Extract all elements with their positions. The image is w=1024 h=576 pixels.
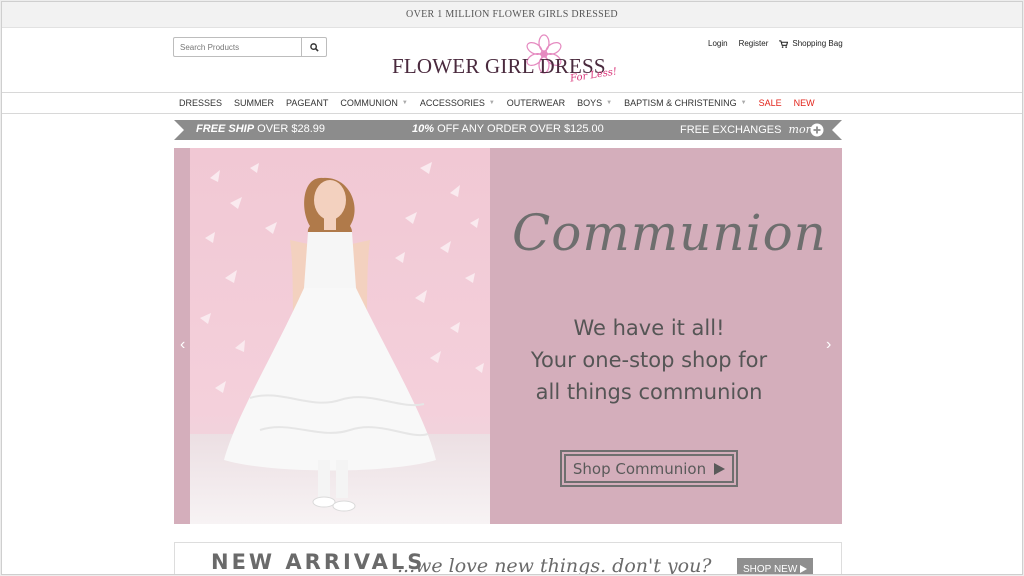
cart-icon bbox=[779, 39, 789, 48]
shopping-bag-label: Shopping Bag bbox=[792, 39, 843, 48]
nav-item-label: ACCESSORIES bbox=[419, 98, 485, 108]
announcement-bar: OVER 1 MILLION FLOWER GIRLS DRESSED bbox=[2, 2, 1022, 28]
nav-item-boys[interactable]: BOYS ▼ bbox=[577, 98, 612, 108]
hero-line-1: We have it all! bbox=[573, 316, 725, 340]
nav-item-label: NEW bbox=[793, 98, 815, 108]
register-link[interactable]: Register bbox=[739, 39, 769, 48]
nav-item-label: SALE bbox=[758, 98, 782, 108]
hero-slider: ‹ › Communion We have it all! Your one-s… bbox=[174, 148, 842, 524]
new-arrivals-title: NEW ARRIVALS bbox=[211, 550, 426, 574]
nav-item-accessories[interactable]: ACCESSORIES ▼ bbox=[420, 98, 495, 108]
nav-item-label: OUTERWEAR bbox=[506, 98, 566, 108]
girl-in-dress-illustration bbox=[224, 177, 436, 512]
play-arrow-icon bbox=[800, 565, 808, 573]
nav-item-dresses[interactable]: DRESSES bbox=[179, 98, 222, 108]
search-box bbox=[173, 37, 327, 57]
shop-new-label: SHOP NEW bbox=[743, 563, 798, 575]
free-ship-promo: FREE SHIP OVER $28.99 bbox=[196, 123, 325, 135]
nav-item-label: PAGEANT bbox=[286, 98, 329, 108]
nav-item-label: BAPTISM & CHRISTENING bbox=[624, 98, 737, 108]
chevron-down-icon: ▼ bbox=[401, 100, 408, 106]
shopping-bag-link[interactable]: Shopping Bag bbox=[779, 39, 843, 48]
announcement-text: OVER 1 MILLION FLOWER GIRLS DRESSED bbox=[406, 9, 618, 20]
nav-item-label: COMMUNION bbox=[340, 98, 398, 108]
discount-bold: 10% bbox=[412, 123, 435, 135]
search-icon bbox=[309, 42, 319, 52]
chevron-down-icon: ▼ bbox=[740, 100, 747, 106]
nav-item-outerwear[interactable]: OUTERWEAR bbox=[507, 98, 565, 108]
search-button[interactable] bbox=[301, 38, 326, 56]
main-nav: DRESSES SUMMER PAGEANT COMMUNION ▼ ACCESS… bbox=[2, 92, 1022, 114]
discount-promo: 10% OFF ANY ORDER OVER $125.00 bbox=[412, 123, 604, 135]
hero-line-2: Your one-stop shop for bbox=[530, 348, 768, 372]
new-arrivals-tagline: ...we love new things. don't you? bbox=[397, 555, 712, 575]
discount-text: OFF ANY ORDER OVER $125.00 bbox=[434, 123, 604, 135]
slider-next-arrow-icon[interactable]: › bbox=[826, 336, 831, 354]
hero-line-3: all things communion bbox=[535, 380, 763, 404]
nav-item-summer[interactable]: SUMMER bbox=[234, 98, 274, 108]
account-links: Login Register Shopping Bag bbox=[708, 39, 843, 48]
hero-headline: Communion bbox=[512, 204, 827, 262]
nav-item-pageant[interactable]: PAGEANT bbox=[286, 98, 328, 108]
play-arrow-icon bbox=[714, 462, 726, 475]
search-input[interactable] bbox=[174, 38, 301, 56]
exchanges-text: FREE EXCHANGES bbox=[680, 124, 782, 136]
nav-item-sale[interactable]: SALE bbox=[759, 98, 782, 108]
nav-item-communion[interactable]: COMMUNION ▼ bbox=[340, 98, 407, 108]
chevron-down-icon: ▼ bbox=[606, 100, 613, 106]
plus-circle-icon[interactable] bbox=[810, 123, 824, 137]
shop-new-button[interactable]: SHOP NEW bbox=[737, 558, 813, 575]
free-ship-bold: FREE SHIP bbox=[196, 123, 255, 135]
nav-item-label: SUMMER bbox=[234, 98, 275, 108]
exchanges-promo: FREE EXCHANGES more bbox=[680, 123, 817, 136]
hero-photo bbox=[190, 148, 490, 524]
nav-item-label: BOYS bbox=[577, 98, 603, 108]
shop-communion-label: Shop Communion bbox=[572, 459, 707, 478]
new-arrivals-banner: NEW ARRIVALS ...we love new things. don'… bbox=[174, 542, 842, 575]
page-frame: OVER 1 MILLION FLOWER GIRLS DRESSED Sear… bbox=[1, 1, 1023, 575]
shop-communion-inner: Shop Communion bbox=[564, 454, 734, 483]
shop-communion-button[interactable]: Shop Communion bbox=[560, 450, 738, 487]
hero-subtext: We have it all! Your one-stop shop for a… bbox=[494, 312, 804, 408]
nav-item-label: DRESSES bbox=[179, 98, 223, 108]
site-logo[interactable]: FLOWER GIRL DRESS For Less! bbox=[390, 34, 640, 90]
site-header: FLOWER GIRL DRESS For Less! Login Regist… bbox=[2, 28, 1022, 92]
promo-banner[interactable]: FREE SHIP OVER $28.99 10% OFF ANY ORDER … bbox=[174, 120, 842, 140]
chevron-down-icon: ▼ bbox=[488, 100, 495, 106]
free-ship-text: OVER $28.99 bbox=[254, 123, 326, 135]
nav-item-new[interactable]: NEW bbox=[794, 98, 815, 108]
slider-prev-arrow-icon[interactable]: ‹ bbox=[180, 336, 185, 354]
login-link[interactable]: Login bbox=[708, 39, 728, 48]
nav-item-baptism[interactable]: BAPTISM & CHRISTENING ▼ bbox=[624, 98, 746, 108]
